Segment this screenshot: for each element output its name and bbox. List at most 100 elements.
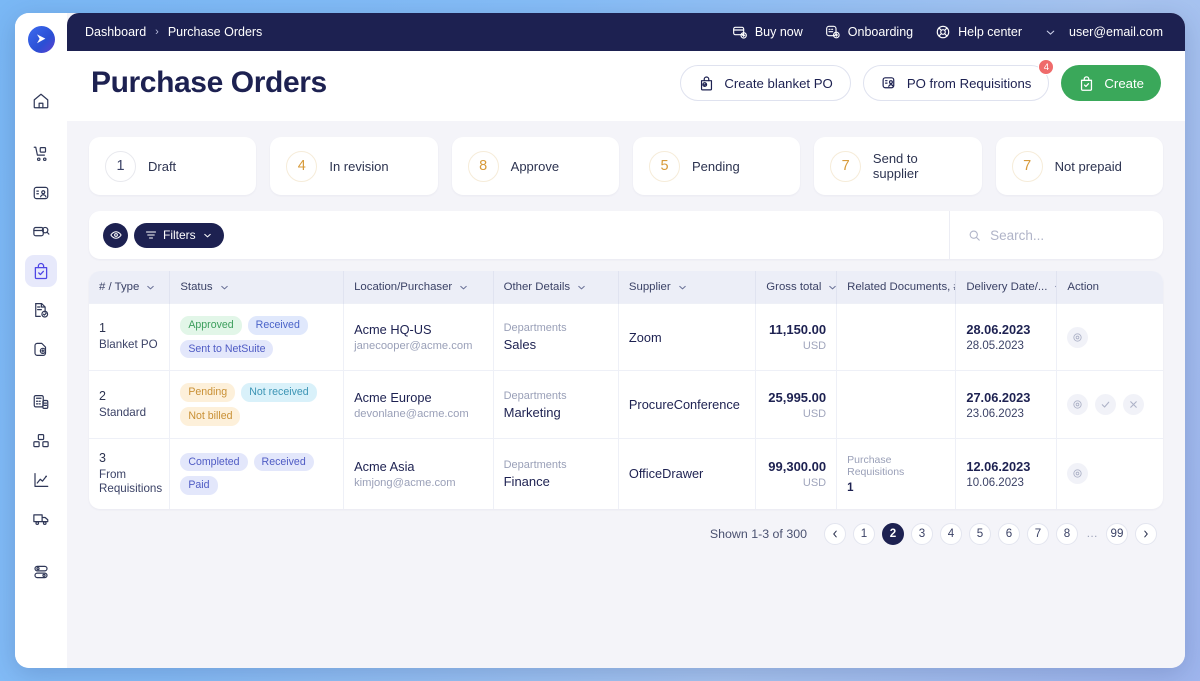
breadcrumb-dashboard[interactable]: Dashboard bbox=[85, 25, 146, 39]
user-menu[interactable]: user@email.com bbox=[1044, 25, 1163, 39]
sidebar-item-contracts[interactable] bbox=[25, 333, 57, 365]
view-action-button[interactable] bbox=[1067, 326, 1089, 348]
cell-other-details: Departments Marketing bbox=[493, 370, 619, 439]
chevron-down-icon bbox=[460, 285, 467, 289]
gross-total-currency: USD bbox=[802, 476, 827, 489]
pagination-page-5[interactable]: 5 bbox=[969, 522, 991, 545]
other-details-value: Finance bbox=[503, 473, 550, 489]
eye-icon bbox=[1073, 469, 1082, 478]
column-label: Delivery Date/... bbox=[966, 281, 1048, 293]
cell-gross-total: 25,995.00 USD bbox=[755, 370, 838, 439]
pagination-page-7[interactable]: 7 bbox=[1027, 522, 1049, 545]
search-icon bbox=[969, 230, 980, 241]
sidebar-item-purchase-orders[interactable] bbox=[25, 255, 57, 287]
gross-total-currency: USD bbox=[802, 407, 827, 420]
approve-action-button[interactable] bbox=[1095, 394, 1117, 416]
status-card-label: Approve bbox=[510, 158, 560, 174]
gross-total-amount: 99,300.00 bbox=[768, 458, 827, 474]
check-icon bbox=[1102, 401, 1110, 408]
status-card-pending[interactable]: 5 Pending bbox=[632, 137, 801, 195]
column-header-location-purchaser[interactable]: Location/Purchaser bbox=[343, 271, 494, 304]
table-row[interactable]: 1 Blanket PO Approved Received Sent to N… bbox=[89, 302, 1163, 371]
sidebar bbox=[15, 13, 67, 668]
table-header-row: # / Type Status Location/Purchaser Other… bbox=[89, 271, 1163, 304]
cell-supplier: Zoom bbox=[618, 302, 757, 371]
column-header-supplier[interactable]: Supplier bbox=[618, 271, 757, 304]
sidebar-item-home[interactable] bbox=[25, 85, 57, 117]
pagination-page-99[interactable]: 99 bbox=[1106, 522, 1128, 545]
sidebar-item-settings[interactable] bbox=[25, 556, 57, 588]
sidebar-item-invoices[interactable] bbox=[25, 294, 57, 326]
buy-now-link[interactable]: Buy now bbox=[732, 24, 803, 40]
sidebar-item-budgets[interactable] bbox=[25, 386, 57, 418]
related-documents-count[interactable]: 1 bbox=[847, 482, 945, 494]
filters-button[interactable]: Filters bbox=[134, 222, 224, 248]
page-header: Purchase Orders Create blanket PO PO fro… bbox=[67, 51, 1185, 121]
create-blanket-po-button[interactable]: Create blanket PO bbox=[680, 65, 851, 101]
gross-total-amount: 25,995.00 bbox=[768, 389, 827, 405]
header-actions: Create blanket PO PO from Requisitions 4 bbox=[680, 59, 1161, 101]
pagination-page-6[interactable]: 6 bbox=[998, 522, 1020, 545]
status-card-not-prepaid[interactable]: 7 Not prepaid bbox=[995, 137, 1163, 195]
column-header-number-type[interactable]: # / Type bbox=[89, 271, 171, 304]
app-logo[interactable] bbox=[27, 25, 55, 53]
search-container bbox=[949, 211, 1149, 259]
onboarding-link[interactable]: Onboarding bbox=[825, 24, 913, 40]
column-visibility-button[interactable] bbox=[103, 222, 128, 248]
reject-action-button[interactable] bbox=[1123, 394, 1145, 416]
view-action-button[interactable] bbox=[1067, 463, 1089, 485]
pagination-page-1[interactable]: 1 bbox=[853, 522, 875, 545]
other-details-label: Departments bbox=[503, 322, 567, 335]
location-name: Acme Europe bbox=[354, 389, 432, 405]
table-row[interactable]: 3 From Requisitions Completed Received P… bbox=[89, 437, 1163, 509]
sidebar-item-analytics[interactable] bbox=[25, 464, 57, 496]
status-badge: Received bbox=[253, 452, 314, 472]
truck-icon bbox=[33, 514, 49, 526]
status-card-count: 4 bbox=[286, 150, 318, 182]
pagination-prev-button[interactable] bbox=[824, 522, 846, 545]
onboarding-label: Onboarding bbox=[847, 25, 914, 39]
sidebar-item-logistics[interactable] bbox=[25, 503, 57, 535]
status-card-in-revision[interactable]: 4 In revision bbox=[270, 137, 438, 195]
cell-other-details: Departments Sales bbox=[493, 302, 619, 371]
cell-other-details: Departments Finance bbox=[493, 437, 619, 509]
close-icon bbox=[1130, 401, 1138, 408]
table-row[interactable]: 2 Standard Pending Not received Not bill… bbox=[89, 370, 1163, 439]
status-card-send-to-supplier[interactable]: 7 Send to supplier bbox=[814, 137, 982, 195]
row-actions bbox=[1067, 394, 1153, 416]
column-header-delivery-date[interactable]: Delivery Date/... bbox=[955, 271, 1058, 304]
status-card-draft[interactable]: 1 Draft bbox=[89, 137, 257, 195]
sidebar-item-receiving[interactable] bbox=[25, 138, 57, 170]
column-header-status[interactable]: Status bbox=[169, 271, 345, 304]
sidebar-item-suppliers[interactable] bbox=[25, 177, 57, 209]
pagination-page-3[interactable]: 3 bbox=[911, 522, 933, 545]
supplier-name: OfficeDrawer bbox=[628, 466, 704, 482]
status-badge: Pending bbox=[180, 383, 236, 403]
status-card-approve[interactable]: 8 Approve bbox=[451, 137, 619, 195]
column-header-other-details[interactable]: Other Details bbox=[493, 271, 619, 304]
sidebar-item-inventory[interactable] bbox=[25, 425, 57, 457]
row-type: Blanket PO bbox=[99, 338, 158, 352]
view-action-button[interactable] bbox=[1067, 394, 1089, 416]
pagination-shown-text: Shown 1-3 of 300 bbox=[709, 526, 807, 541]
status-card-count: 8 bbox=[467, 150, 499, 182]
search-input[interactable] bbox=[990, 227, 1149, 243]
pagination-page-4[interactable]: 4 bbox=[940, 522, 962, 545]
column-header-related-documents[interactable]: Related Documents, # bbox=[836, 271, 957, 304]
sidebar-item-requisitions[interactable] bbox=[25, 216, 57, 248]
status-badge: Completed bbox=[180, 452, 248, 472]
pagination-next-button[interactable] bbox=[1135, 522, 1157, 545]
pagination-page-2[interactable]: 2 bbox=[882, 522, 904, 545]
card-buy-icon bbox=[732, 26, 747, 39]
column-label: Gross total bbox=[766, 281, 822, 293]
po-from-requisitions-button[interactable]: PO from Requisitions bbox=[862, 65, 1050, 101]
contact-card-icon bbox=[33, 186, 49, 200]
column-header-gross-total[interactable]: Gross total bbox=[755, 271, 838, 304]
create-button[interactable]: Create bbox=[1061, 65, 1161, 101]
pagination-page-8[interactable]: 8 bbox=[1056, 522, 1078, 545]
row-number: 3 bbox=[99, 450, 106, 465]
help-center-link[interactable]: Help center bbox=[935, 24, 1022, 40]
other-details-value: Marketing bbox=[503, 404, 561, 420]
supplier-name: Zoom bbox=[628, 329, 662, 345]
delivery-date: 28.06.2023 bbox=[966, 322, 1031, 338]
